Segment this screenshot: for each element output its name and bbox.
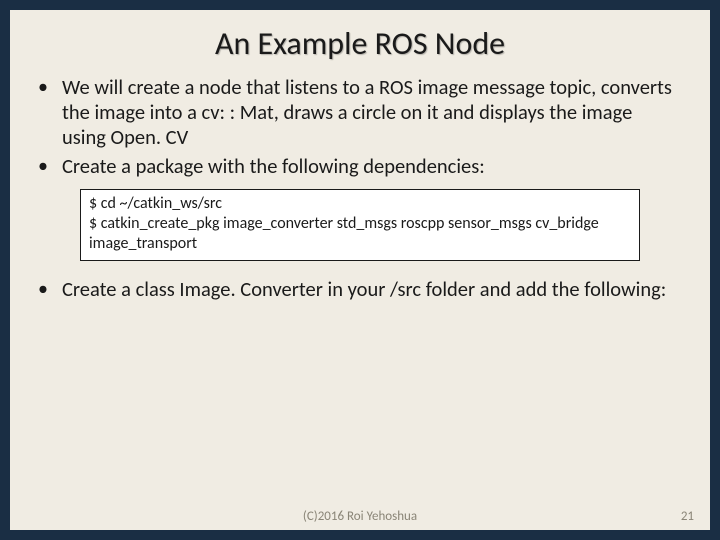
bullet-list: We will create a node that listens to a … (28, 75, 680, 179)
slide-title: An Example ROS Node (10, 24, 710, 63)
bullet-item: We will create a node that listens to a … (28, 75, 680, 150)
footer-copyright: (C)2016 Roi Yehoshua (10, 509, 710, 524)
page-number: 21 (681, 509, 694, 524)
code-box: $ cd ~/catkin_ws/src $ catkin_create_pkg… (80, 189, 640, 261)
bullet-item: Create a class Image. Converter in your … (28, 277, 680, 302)
slide: An Example ROS Node We will create a nod… (10, 10, 710, 530)
bullet-item: Create a package with the following depe… (28, 154, 680, 179)
slide-content: We will create a node that listens to a … (10, 75, 710, 530)
bullet-list: Create a class Image. Converter in your … (28, 277, 680, 302)
